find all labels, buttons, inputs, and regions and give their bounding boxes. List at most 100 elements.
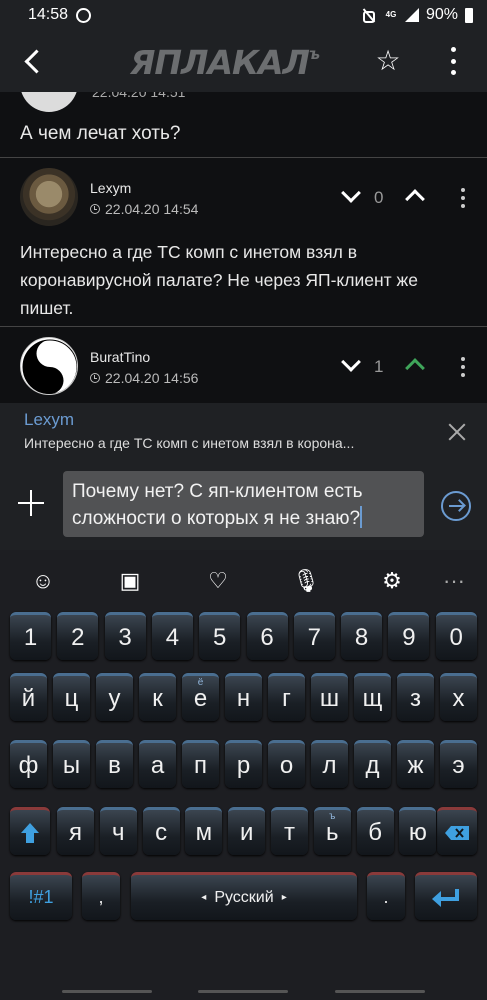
key-5[interactable]: 5: [199, 612, 241, 660]
comment-author[interactable]: BuratTino: [90, 349, 150, 365]
key-в[interactable]: в: [96, 740, 133, 788]
key-л[interactable]: л: [311, 740, 348, 788]
divider: [0, 157, 487, 158]
comment-text: Интересно а где ТС комп с инетом взял в …: [20, 242, 418, 318]
overflow-menu-button[interactable]: [445, 47, 461, 75]
key-ы[interactable]: ы: [53, 740, 90, 788]
comment-feed[interactable]: 22.04.20 14:51 А чем лечат хоть? Lexym 2…: [0, 92, 487, 459]
comment-text: А чем лечат хоть?: [20, 123, 181, 144]
network-type: 4G: [385, 10, 397, 19]
heart-icon[interactable]: ♡: [205, 568, 231, 594]
comment-menu-button[interactable]: [458, 357, 468, 377]
message-composer: Почему нет? С яп-клиентом есть сложности…: [0, 459, 487, 550]
yin-yang-icon: [22, 339, 77, 394]
downvote-button[interactable]: [341, 355, 361, 375]
app-logo: ЯПЛАКАЛъ: [130, 43, 320, 82]
key-а[interactable]: а: [139, 740, 176, 788]
key-н[interactable]: н: [225, 673, 262, 721]
key-7[interactable]: 7: [293, 612, 335, 660]
key-д[interactable]: д: [354, 740, 391, 788]
sticker-icon[interactable]: ▣: [117, 568, 143, 594]
comment-menu-button[interactable]: [458, 188, 468, 208]
avatar[interactable]: [20, 337, 78, 395]
key-щ[interactable]: щ: [354, 673, 391, 721]
key-9[interactable]: 9: [388, 612, 430, 660]
key-о[interactable]: о: [268, 740, 305, 788]
avatar[interactable]: [20, 168, 78, 226]
key-6[interactable]: 6: [246, 612, 288, 660]
key-1[interactable]: 1: [10, 612, 51, 660]
close-icon[interactable]: [446, 421, 468, 443]
key-2[interactable]: 2: [57, 612, 99, 660]
message-input[interactable]: Почему нет? С яп-клиентом есть сложности…: [63, 471, 424, 537]
avatar[interactable]: [20, 92, 78, 112]
key-с[interactable]: с: [142, 807, 180, 855]
gear-icon[interactable]: ⚙: [379, 568, 405, 594]
mic-icon[interactable]: 🎙: [292, 568, 320, 594]
back-button[interactable]: [22, 48, 44, 76]
enter-key[interactable]: [415, 872, 477, 920]
key-п[interactable]: п: [182, 740, 219, 788]
key-ш[interactable]: ш: [311, 673, 348, 721]
attach-button[interactable]: [18, 490, 44, 516]
clock-icon: [90, 204, 100, 214]
key-т[interactable]: т: [271, 807, 308, 855]
shift-key[interactable]: [10, 807, 50, 855]
vote-count: 1: [374, 357, 384, 376]
key-й[interactable]: й: [10, 673, 47, 721]
key-я[interactable]: я: [57, 807, 94, 855]
key-3[interactable]: 3: [104, 612, 146, 660]
key-ь[interactable]: ьъ: [313, 807, 351, 855]
keyboard-toolbar: ☺ ▣ ♡ 🎙 ⚙ ···: [0, 550, 487, 610]
key-е[interactable]: её: [182, 673, 219, 721]
send-button[interactable]: [441, 491, 471, 521]
period-key[interactable]: .: [367, 872, 405, 920]
key-и[interactable]: и: [228, 807, 266, 855]
key-к[interactable]: к: [139, 673, 176, 721]
comma-key[interactable]: ,: [82, 872, 120, 920]
key-х[interactable]: х: [440, 673, 477, 721]
keyboard-row-1: йцукеёнгшщзх: [0, 673, 487, 725]
vote-count: 0: [374, 188, 384, 207]
symbols-key[interactable]: !#1: [10, 872, 72, 920]
battery-percent: 90%: [425, 6, 458, 23]
key-ю[interactable]: ю: [399, 807, 437, 855]
status-bar: 14:58 4G 90%: [0, 0, 487, 30]
signal-icon: [404, 8, 419, 22]
mute-icon: [361, 8, 377, 23]
reply-quote-text: Интересно а где ТС комп с инетом взял в …: [24, 435, 355, 451]
key-р[interactable]: р: [225, 740, 262, 788]
key-8[interactable]: 8: [341, 612, 383, 660]
key-0[interactable]: 0: [435, 612, 477, 660]
key-4[interactable]: 4: [151, 612, 193, 660]
keyboard-row-bottom: !#1 , ◂ Русский ▸ .: [0, 872, 487, 924]
downvote-button[interactable]: [341, 186, 361, 206]
reply-quote-bar: Lexym Интересно а где ТС комп с инетом в…: [0, 403, 487, 459]
key-ф[interactable]: ф: [10, 740, 47, 788]
comment-date: 22.04.20 14:54: [90, 201, 198, 217]
key-з[interactable]: з: [397, 673, 434, 721]
space-key[interactable]: ◂ Русский ▸: [131, 872, 357, 920]
onscreen-keyboard: ☺ ▣ ♡ 🎙 ⚙ ··· 1234567890 йцукеёнгшщзх фы…: [0, 550, 487, 1000]
comment-author[interactable]: Lexym: [90, 180, 131, 196]
key-ч[interactable]: ч: [99, 807, 137, 855]
key-ж[interactable]: ж: [397, 740, 434, 788]
key-г[interactable]: г: [268, 673, 305, 721]
upvote-button[interactable]: [405, 186, 425, 206]
backspace-key[interactable]: [437, 807, 477, 855]
key-у[interactable]: у: [96, 673, 133, 721]
keyboard-row-2: фывапролджэ: [0, 740, 487, 792]
key-м[interactable]: м: [185, 807, 223, 855]
emoji-icon[interactable]: ☺: [30, 568, 56, 594]
more-icon[interactable]: ···: [441, 568, 467, 594]
battery-icon: [465, 7, 473, 23]
clock-icon: [90, 373, 100, 383]
favorite-star-icon[interactable]: ☆: [373, 46, 403, 76]
key-б[interactable]: б: [356, 807, 394, 855]
divider: [0, 326, 487, 327]
key-э[interactable]: э: [440, 740, 477, 788]
upvote-button[interactable]: [405, 355, 425, 375]
keyboard-row-3: ячсмитьъбю: [0, 807, 487, 859]
key-ц[interactable]: ц: [53, 673, 90, 721]
keyboard-row-numbers: 1234567890: [0, 612, 487, 664]
